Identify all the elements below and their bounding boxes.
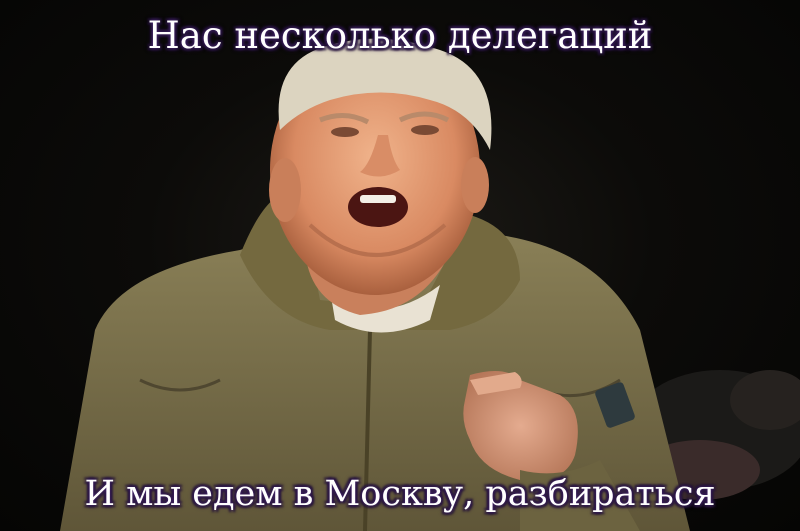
top-caption: Нас несколько делегаций [147, 14, 653, 57]
meme-image: Нас несколько делегаций И мы едем в Моск… [0, 0, 800, 531]
photo-man-pointing [60, 38, 800, 531]
bottom-caption: И мы едем в Москву, разбираться [84, 474, 716, 514]
